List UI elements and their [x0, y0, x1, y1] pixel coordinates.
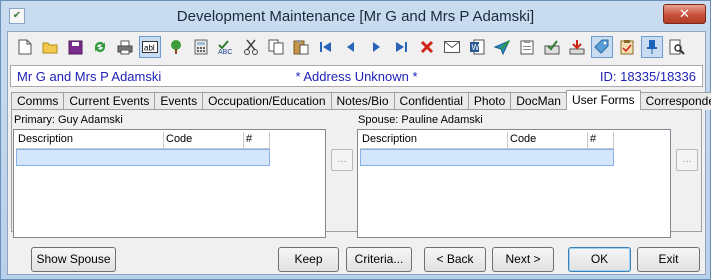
- new-document-icon[interactable]: [14, 36, 36, 58]
- tab-photo[interactable]: Photo: [467, 92, 512, 110]
- exit-button[interactable]: Exit: [637, 247, 700, 272]
- delete-icon[interactable]: [416, 36, 438, 58]
- column-header-code[interactable]: Code: [508, 132, 588, 149]
- previous-record-icon[interactable]: [340, 36, 362, 58]
- tab-correspondence[interactable]: Correspondence: [639, 92, 711, 110]
- table-row[interactable]: [16, 149, 270, 166]
- table-row[interactable]: [360, 149, 614, 166]
- criteria-button[interactable]: Criteria...: [346, 247, 412, 272]
- window-title: Development Maintenance [Mr G and Mrs P …: [176, 8, 535, 25]
- spouse-browse-button[interactable]: ...: [676, 149, 698, 171]
- word-document-icon[interactable]: W: [466, 36, 488, 58]
- first-record-icon[interactable]: [315, 36, 337, 58]
- keep-button[interactable]: Keep: [278, 247, 339, 272]
- tab-comms[interactable]: Comms: [11, 92, 65, 110]
- svg-text:abl: abl: [144, 44, 155, 53]
- paste-icon[interactable]: [290, 36, 312, 58]
- approve-icon[interactable]: [541, 36, 563, 58]
- tab-strip: Comms Current Events Events Occupation/E…: [11, 90, 711, 110]
- checklist-icon[interactable]: [616, 36, 638, 58]
- tab-current-events[interactable]: Current Events: [63, 92, 156, 110]
- primary-forms-grid[interactable]: Description Code #: [13, 129, 326, 238]
- column-header-number[interactable]: #: [244, 132, 270, 149]
- spouse-label: Spouse: Pauline Adamski: [358, 114, 483, 126]
- tab-docman[interactable]: DocMan: [510, 92, 567, 110]
- tab-user-forms[interactable]: User Forms: [565, 90, 641, 110]
- svg-text:ABC: ABC: [218, 49, 232, 55]
- tab-occupation-education[interactable]: Occupation/Education: [202, 92, 332, 110]
- application-window: ✔ Development Maintenance [Mr G and Mrs …: [0, 0, 711, 280]
- spouse-grid-header: Description Code #: [360, 132, 614, 149]
- spell-check-icon[interactable]: ABC: [215, 36, 237, 58]
- next-button[interactable]: Next >: [492, 247, 554, 272]
- clipboard-icon[interactable]: [516, 36, 538, 58]
- address-status: * Address Unknown *: [295, 69, 418, 84]
- ok-button[interactable]: OK: [568, 247, 631, 272]
- save-icon[interactable]: [64, 36, 86, 58]
- column-header-description[interactable]: Description: [16, 132, 164, 149]
- tab-confidential[interactable]: Confidential: [393, 92, 469, 110]
- next-record-icon[interactable]: [365, 36, 387, 58]
- title-bar[interactable]: ✔ Development Maintenance [Mr G and Mrs …: [1, 1, 710, 31]
- last-record-icon[interactable]: [390, 36, 412, 58]
- client-area: abl ABC W Mr G and Mrs P Adamski * Addre…: [7, 31, 711, 275]
- pin-icon[interactable]: [641, 36, 664, 58]
- record-id: ID: 18335/18336: [599, 69, 696, 84]
- toolbar: abl ABC W: [8, 32, 705, 62]
- text-field-icon[interactable]: abl: [139, 36, 162, 58]
- copy-icon[interactable]: [265, 36, 287, 58]
- back-button[interactable]: < Back: [424, 247, 486, 272]
- tree-icon[interactable]: [165, 36, 187, 58]
- close-button[interactable]: ✕: [663, 4, 706, 24]
- svg-text:W: W: [471, 43, 479, 52]
- open-folder-icon[interactable]: [39, 36, 61, 58]
- primary-label: Primary: Guy Adamski: [14, 114, 123, 126]
- mail-icon[interactable]: [441, 36, 463, 58]
- send-icon[interactable]: [491, 36, 513, 58]
- download-icon[interactable]: [566, 36, 588, 58]
- spouse-forms-grid[interactable]: Description Code #: [357, 129, 671, 238]
- print-icon[interactable]: [114, 36, 136, 58]
- record-info-bar: Mr G and Mrs P Adamski * Address Unknown…: [10, 65, 703, 87]
- calculator-icon[interactable]: [190, 36, 212, 58]
- user-forms-panel: Primary: Guy Adamski Description Code # …: [11, 109, 702, 238]
- primary-grid-header: Description Code #: [16, 132, 270, 149]
- show-spouse-button[interactable]: Show Spouse: [31, 247, 116, 272]
- cut-icon[interactable]: [240, 36, 262, 58]
- column-header-description[interactable]: Description: [360, 132, 508, 149]
- refresh-icon[interactable]: [89, 36, 111, 58]
- primary-browse-button[interactable]: ...: [331, 149, 353, 171]
- tab-notes-bio[interactable]: Notes/Bio: [330, 92, 395, 110]
- column-header-code[interactable]: Code: [164, 132, 244, 149]
- search-document-icon[interactable]: [666, 36, 688, 58]
- tag-icon[interactable]: [591, 36, 614, 58]
- column-header-number[interactable]: #: [588, 132, 614, 149]
- tab-events[interactable]: Events: [154, 92, 204, 110]
